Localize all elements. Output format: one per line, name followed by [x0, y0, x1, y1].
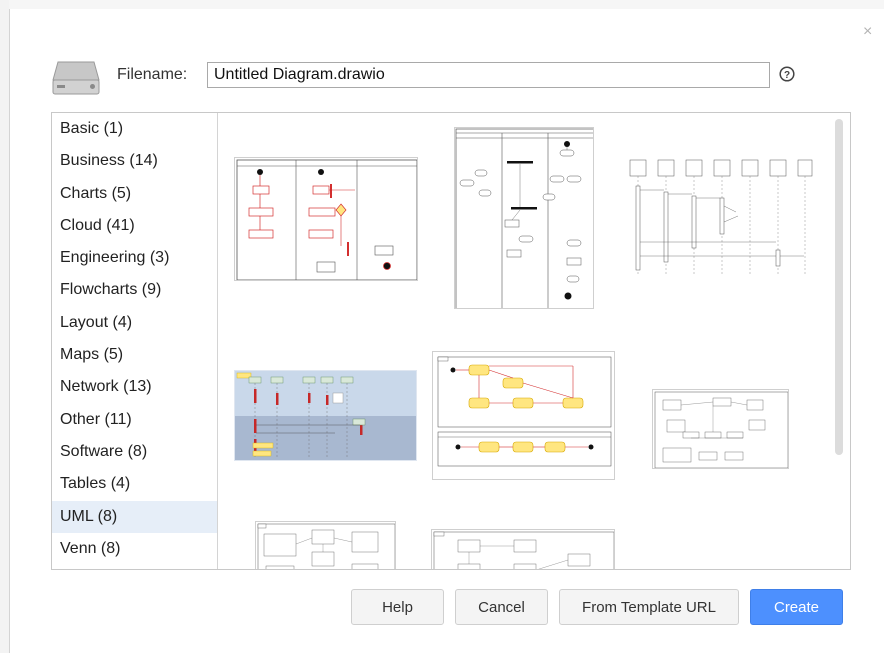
category-software[interactable]: Software (8): [52, 436, 217, 468]
svg-text:?: ?: [784, 70, 790, 81]
category-engineering[interactable]: Engineering (3): [52, 242, 217, 274]
category-network[interactable]: Network (13): [52, 371, 217, 403]
template-thumbnail[interactable]: [432, 351, 615, 480]
template-thumbnail[interactable]: [234, 370, 417, 461]
window-frame-left: [0, 0, 10, 653]
template-grid: [219, 113, 831, 569]
template-thumbnail[interactable]: [625, 155, 815, 279]
template-thumbnail[interactable]: [255, 521, 396, 569]
category-venn[interactable]: Venn (8): [52, 533, 217, 565]
drive-icon: [52, 61, 100, 95]
help-button[interactable]: Help: [351, 589, 444, 625]
window-frame-top: [9, 0, 884, 9]
cancel-button[interactable]: Cancel: [455, 589, 548, 625]
category-charts[interactable]: Charts (5): [52, 178, 217, 210]
from-template-url-button[interactable]: From Template URL: [559, 589, 739, 625]
category-flowcharts[interactable]: Flowcharts (9): [52, 274, 217, 306]
filename-label: Filename:: [117, 66, 188, 83]
category-business[interactable]: Business (14): [52, 145, 217, 177]
category-uml[interactable]: UML (8): [52, 500, 217, 533]
category-tables[interactable]: Tables (4): [52, 468, 217, 500]
help-icon[interactable]: ?: [779, 66, 795, 82]
category-other[interactable]: Other (11): [52, 404, 217, 436]
template-scrollbar[interactable]: [833, 117, 845, 563]
template-thumbnail[interactable]: [652, 389, 789, 469]
category-basic[interactable]: Basic (1): [52, 113, 217, 145]
create-button[interactable]: Create: [750, 589, 843, 625]
category-list: Basic (1) Business (14) Charts (5) Cloud…: [52, 113, 218, 569]
scrollbar-thumb[interactable]: [835, 119, 843, 455]
template-thumbnail[interactable]: [454, 127, 594, 309]
close-icon[interactable]: ×: [863, 24, 872, 40]
category-maps[interactable]: Maps (5): [52, 339, 217, 371]
category-layout[interactable]: Layout (4): [52, 307, 217, 339]
category-cloud[interactable]: Cloud (41): [52, 210, 217, 242]
filename-input[interactable]: [207, 62, 770, 88]
template-thumbnail[interactable]: [431, 529, 615, 569]
template-thumbnail[interactable]: [234, 157, 418, 281]
